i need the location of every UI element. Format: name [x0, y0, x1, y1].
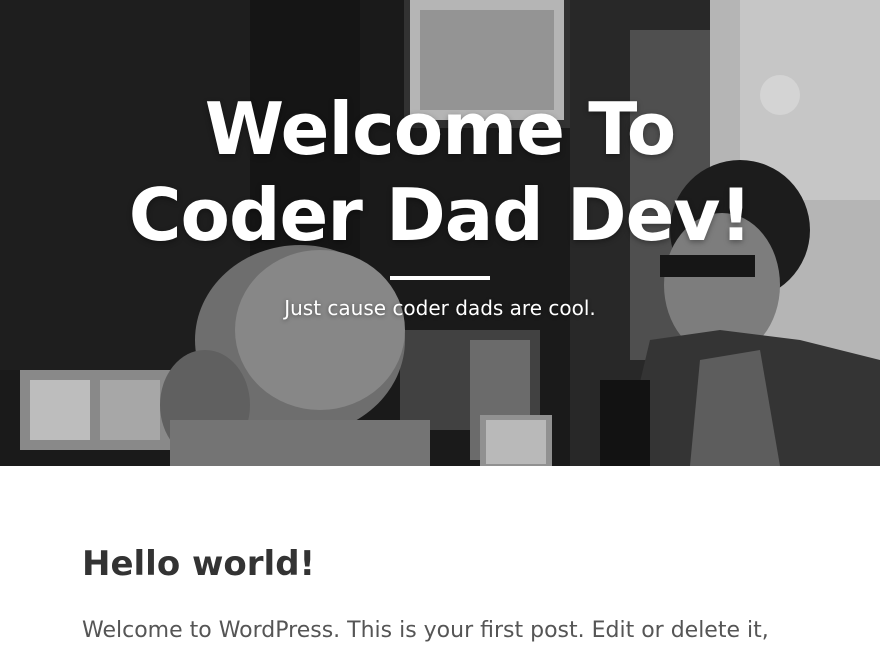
site-title-line-1[interactable]: Welcome To [205, 87, 676, 171]
site-tagline: Just cause coder dads are cool. [284, 296, 596, 320]
site-title[interactable]: Welcome To Coder Dad Dev! [90, 86, 790, 258]
site-title-line-2[interactable]: Coder Dad Dev! [129, 173, 753, 257]
post-title[interactable]: Hello world! [82, 542, 880, 586]
post-article: Hello world! Welcome to WordPress. This … [82, 542, 880, 648]
site-header-hero: Welcome To Coder Dad Dev! Just cause cod… [0, 0, 880, 466]
title-divider [390, 276, 490, 280]
site-branding: Welcome To Coder Dad Dev! Just cause cod… [0, 86, 880, 322]
post-excerpt: Welcome to WordPress. This is your first… [82, 618, 769, 643]
main-content: Hello world! Welcome to WordPress. This … [0, 466, 880, 648]
